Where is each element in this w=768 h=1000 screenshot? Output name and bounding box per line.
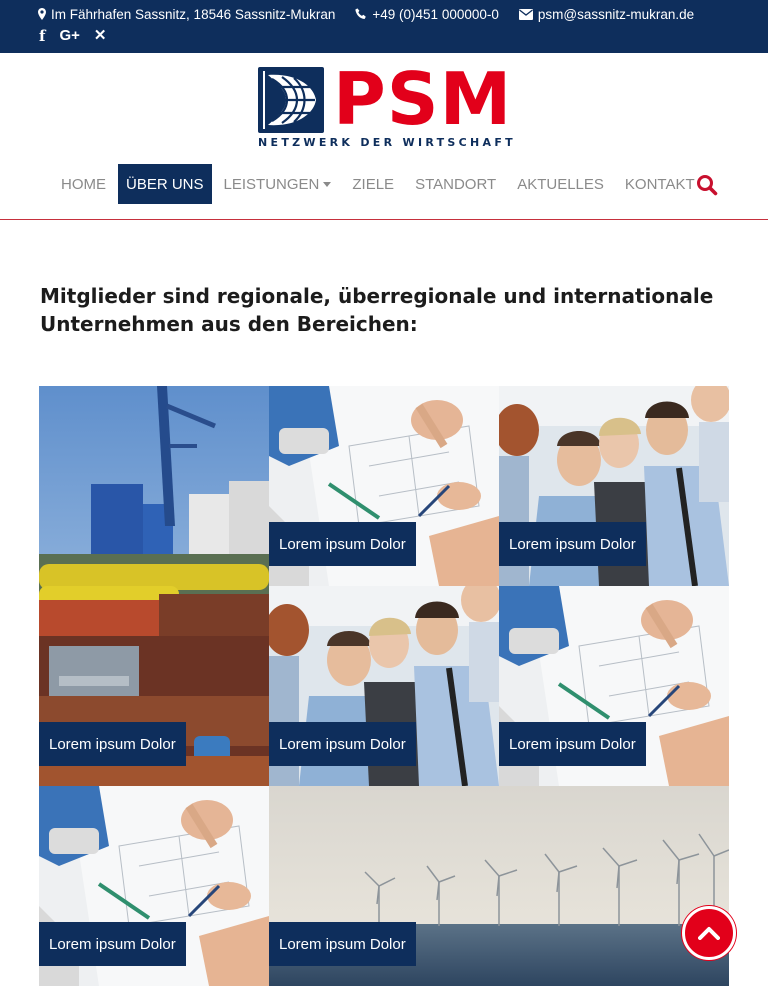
caret-down-icon (323, 182, 332, 187)
nav-label: HOME (61, 175, 106, 193)
envelope-icon (518, 8, 533, 20)
grid-tile[interactable]: Lorem ipsum Dolor (499, 386, 729, 586)
nav-label: LEISTUNGEN (223, 175, 320, 193)
grid-tile[interactable]: Lorem ipsum Dolor (39, 786, 269, 986)
nav-item-home[interactable]: HOME (52, 164, 115, 204)
top-bar: Im Fährhafen Sassnitz, 18546 Sassnitz-Mu… (0, 0, 768, 53)
chevron-up-icon (698, 927, 720, 940)
nav-item-standort[interactable]: STANDORT (406, 164, 505, 204)
nav-label: ZIELE (352, 175, 395, 193)
nav-item-leistungen[interactable]: LEISTUNGEN (215, 164, 341, 204)
logo-tagline: NETZWERK DER WIRTSCHAFT (258, 136, 516, 149)
grid-tile[interactable]: Lorem ipsum Dolor (499, 586, 729, 786)
psm-logo[interactable]: PSM NETZWERK DER WIRTSCHAFT (258, 59, 516, 151)
social-links: f G+ ✕ (39, 27, 106, 45)
phone-icon (355, 8, 367, 19)
grid-tile[interactable]: Lorem ipsum Dolor (269, 786, 729, 986)
nav-item-ziele[interactable]: ZIELE (343, 164, 403, 204)
grid-tile[interactable]: Lorem ipsum Dolor (269, 586, 499, 786)
xing-icon[interactable]: ✕ (94, 27, 107, 45)
phone[interactable]: +49 (0)451 000000-0 (355, 6, 499, 22)
tile-label: Lorem ipsum Dolor (39, 722, 186, 766)
tile-label: Lorem ipsum Dolor (269, 522, 416, 566)
facebook-icon[interactable]: f (39, 27, 45, 45)
email-text: psm@sassnitz-mukran.de (537, 6, 695, 22)
nav-item-ueber-uns[interactable]: ÜBER UNS (118, 164, 212, 204)
contact-row: Im Fährhafen Sassnitz, 18546 Sassnitz-Mu… (38, 6, 694, 22)
nav-label: KONTAKT (624, 175, 695, 193)
nav-label: ÜBER UNS (126, 175, 204, 193)
tile-label: Lorem ipsum Dolor (269, 722, 416, 766)
tile-label: Lorem ipsum Dolor (269, 922, 416, 966)
nav-divider (0, 219, 768, 220)
main-navigation: HOME ÜBER UNS LEISTUNGEN ZIELE STANDORT … (52, 164, 707, 204)
tile-label: Lorem ipsum Dolor (39, 922, 186, 966)
address: Im Fährhafen Sassnitz, 18546 Sassnitz-Mu… (38, 7, 335, 22)
globe-sail-emblem-icon (258, 67, 324, 133)
nav-label: STANDORT (415, 175, 497, 193)
intro-heading: Mitglieder sind regionale, überregionale… (40, 284, 714, 336)
logo-wordmark: PSM (333, 57, 513, 141)
nav-item-kontakt[interactable]: KONTAKT (616, 164, 704, 204)
grid-tile[interactable]: Lorem ipsum Dolor (269, 386, 499, 586)
address-text: Im Fährhafen Sassnitz, 18546 Sassnitz-Mu… (51, 6, 336, 22)
back-to-top-button[interactable] (682, 906, 736, 960)
tile-label: Lorem ipsum Dolor (499, 522, 646, 566)
nav-item-aktuelles[interactable]: AKTUELLES (508, 164, 613, 204)
nav-label: AKTUELLES (517, 175, 604, 193)
industry-grid: Lorem ipsum Dolor Lorem ipsum Dolor Lore… (39, 386, 729, 986)
google-plus-icon[interactable]: G+ (59, 27, 79, 45)
email[interactable]: psm@sassnitz-mukran.de (518, 6, 695, 22)
grid-tile[interactable]: Lorem ipsum Dolor (39, 386, 269, 786)
phone-text: +49 (0)451 000000-0 (372, 6, 499, 22)
tile-label: Lorem ipsum Dolor (499, 722, 646, 766)
search-icon[interactable] (696, 174, 718, 196)
map-marker-icon (38, 8, 46, 20)
